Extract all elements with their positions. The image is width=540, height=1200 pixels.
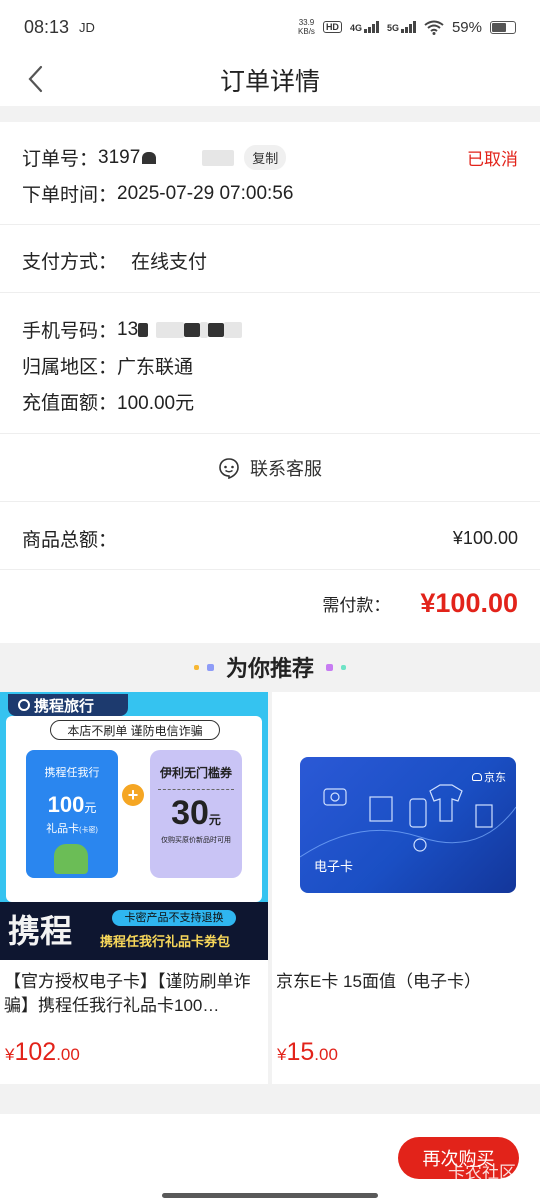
network-speed: 33.9 KB/s <box>298 18 315 36</box>
masked-digits <box>208 322 225 337</box>
package-text: 携程任我行礼品卡券包 <box>100 934 231 949</box>
goods-total-row: 商品总额： ¥100.00 <box>22 525 518 552</box>
payment-method-value: 在线支付 <box>131 252 208 273</box>
masked-digits <box>200 321 209 338</box>
masked-digits <box>224 321 243 338</box>
gift-card-graphic: 携程任我行 100元 礼品卡(卡密) <box>26 750 118 878</box>
phone-value: 13 <box>117 318 139 340</box>
signal-4g-icon: 4G <box>350 21 379 33</box>
order-time-row: 下单时间： 2025-07-29 07:00:56 <box>22 180 293 207</box>
payment-method-row: 支付方式： 在线支付 <box>22 247 207 274</box>
decor-dots-right <box>326 663 346 671</box>
copy-button[interactable]: 复制 <box>244 145 287 170</box>
plus-icon: + <box>122 784 144 806</box>
decor-dots-left <box>193 663 214 671</box>
product-name: 【官方授权电子卡】【谨防刷单诈骗】携程任我行礼品卡100… <box>4 972 251 1015</box>
masked-digits <box>138 322 149 337</box>
back-button[interactable] <box>26 64 56 94</box>
battery-icon <box>490 20 516 34</box>
wifi-icon <box>424 20 444 35</box>
payable-amount: ¥100.00 <box>420 588 518 618</box>
home-indicator[interactable] <box>162 1193 378 1198</box>
divider <box>0 501 540 502</box>
amount-row: 充值面额： 100.00元 <box>22 388 194 415</box>
divider <box>0 292 540 293</box>
page-title: 订单详情 <box>219 68 320 96</box>
payable-label: 需付款： <box>322 596 391 615</box>
phone-row: 手机号码： 13 <box>22 316 243 343</box>
status-bar: 08:13 JD 33.9 KB/s HD 4G 5G 59% <box>0 0 540 54</box>
product-card[interactable]: 京东 电子卡 京东E卡 15面值（电子卡） ¥ 15 .00 <box>272 692 540 1084</box>
phone-label: 手机号码： <box>22 321 118 342</box>
order-time-value: 2025-07-29 07:00:56 <box>117 182 294 204</box>
payable-row: 需付款： ¥100.00 <box>0 588 518 619</box>
order-number-value: 3197 <box>98 146 141 168</box>
ctrip-brand-label: 携程旅行 <box>8 694 128 716</box>
jd-notification-icon: JD <box>79 19 95 35</box>
masked-digits <box>184 322 201 337</box>
recommend-title: 为你推荐 <box>225 656 314 681</box>
payment-method-label: 支付方式： <box>22 252 118 273</box>
goods-total-value: ¥100.00 <box>452 528 518 548</box>
traveler-illustration <box>54 844 88 874</box>
region-value: 广东联通 <box>117 357 194 378</box>
no-return-notice: 卡密产品不支持退换 <box>112 910 236 926</box>
customer-service-icon <box>219 457 239 479</box>
order-number-label: 订单号： <box>22 149 99 170</box>
chevron-left-icon <box>28 65 43 93</box>
nav-bar: 订单详情 <box>0 54 540 106</box>
product-price: ¥ 15 .00 <box>277 1038 338 1066</box>
order-info-card: 订单号： 3197 复制 已取消 下单时间： 2025-07-29 07:00:… <box>0 122 540 643</box>
battery-percent: 59% <box>451 18 482 36</box>
product-card[interactable]: 携程旅行 本店不刷单 谨防电信诈骗 携程任我行 100元 礼品卡(卡密) + 伊… <box>0 692 268 1084</box>
contact-service-button[interactable]: 联系客服 <box>0 434 540 501</box>
masked-digits <box>156 321 185 338</box>
region-row: 归属地区： 广东联通 <box>22 352 193 379</box>
region-label: 归属地区： <box>22 357 118 378</box>
contact-service-label: 联系客服 <box>250 458 322 479</box>
ecard-label: 电子卡 <box>314 859 354 874</box>
ctrip-big-text: 携程 <box>8 913 73 949</box>
amount-value: 100.00元 <box>117 393 195 414</box>
product-name: 京东E卡 15面值（电子卡） <box>276 972 481 991</box>
masked-digits <box>142 151 157 164</box>
product-price: ¥ 102 .00 <box>5 1038 80 1066</box>
warning-pill: 本店不刷单 谨防电信诈骗 <box>50 720 220 740</box>
order-status-badge: 已取消 <box>467 150 518 169</box>
masked-digits <box>202 149 235 166</box>
status-time: 08:13 <box>24 16 70 37</box>
divider <box>0 569 540 570</box>
order-number-row: 订单号： 3197 复制 已取消 <box>22 144 518 171</box>
jd-ecard-graphic: 京东 电子卡 <box>300 757 516 893</box>
order-time-label: 下单时间： <box>22 185 118 206</box>
watermark-text: 卡农社区 <box>448 1163 516 1182</box>
amount-label: 充值面额： <box>22 393 118 414</box>
goods-total-label: 商品总额： <box>22 530 118 551</box>
product-image: 携程旅行 本店不刷单 谨防电信诈骗 携程任我行 100元 礼品卡(卡密) + 伊… <box>0 692 268 960</box>
recommend-header: 为你推荐 <box>0 643 540 691</box>
signal-5g-icon: 5G <box>387 21 416 33</box>
product-image: 京东 电子卡 <box>272 692 540 960</box>
jd-dog-icon <box>472 773 482 781</box>
jd-logo: 京东 <box>472 769 506 785</box>
divider <box>0 224 540 225</box>
coupon-graphic: 伊利无门槛券 30元 仅购买原价新品时可用 <box>150 750 242 878</box>
hd-icon: HD <box>322 21 342 33</box>
ctrip-logo-icon <box>18 699 30 711</box>
